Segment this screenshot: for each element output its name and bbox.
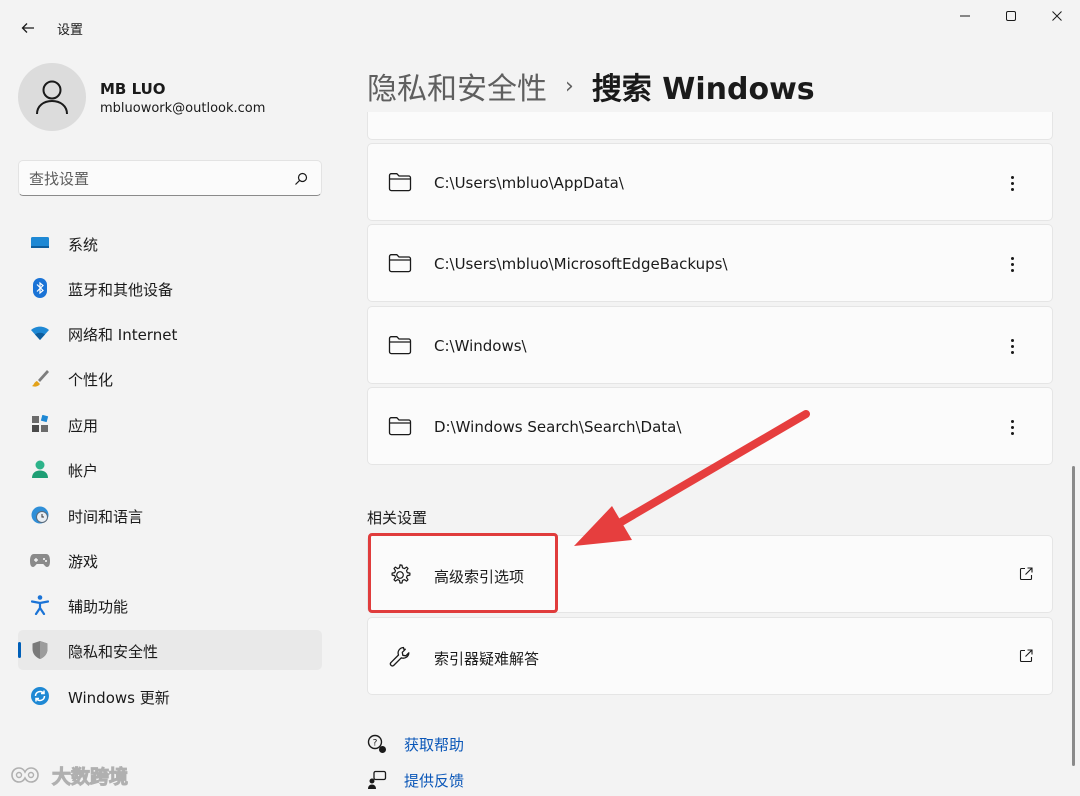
sidebar-item-time-language[interactable]: 时间和语言 xyxy=(18,495,322,535)
folder-icon xyxy=(388,417,412,436)
close-button[interactable] xyxy=(1034,4,1080,28)
page-title: 搜索 Windows xyxy=(591,72,815,107)
folder-path: C:\Users\mbluo\AppData\ xyxy=(434,174,624,192)
sidebar-item-label: 辅助功能 xyxy=(68,598,129,616)
sidebar-item-system[interactable]: 系统 xyxy=(18,223,322,263)
get-help-text: 获取帮助 xyxy=(404,735,465,754)
related-settings-title: 相关设置 xyxy=(367,509,428,527)
watermark-text: 大数跨境 xyxy=(51,765,129,788)
sidebar-item-apps[interactable]: 应用 xyxy=(18,404,322,444)
watermark-logo-icon xyxy=(11,767,39,783)
bluetooth-icon xyxy=(30,278,50,298)
sidebar-item-gaming[interactable]: 游戏 xyxy=(18,540,322,580)
close-icon xyxy=(1052,11,1062,21)
folder-card: C:\Windows\ xyxy=(367,306,1053,384)
external-link-icon xyxy=(1019,567,1033,581)
sidebar-item-label: 系统 xyxy=(68,236,99,254)
external-link-icon xyxy=(1019,649,1033,663)
clock-globe-icon xyxy=(30,506,50,524)
sidebar-item-privacy-security[interactable]: 隐私和安全性 xyxy=(18,630,322,670)
sidebar-item-label: 蓝牙和其他设备 xyxy=(68,281,174,299)
feedback-text: 提供反馈 xyxy=(404,771,465,790)
gamepad-icon xyxy=(30,551,50,569)
maximize-icon xyxy=(1006,11,1016,21)
more-options-button[interactable] xyxy=(996,168,1028,198)
sidebar-item-label: 帐户 xyxy=(68,462,99,480)
sidebar-item-label: 应用 xyxy=(68,417,99,435)
highlight-box xyxy=(368,533,558,613)
sidebar-item-label: 网络和 Internet xyxy=(68,326,178,344)
folder-card: C:\Users\mbluo\AppData\ xyxy=(367,143,1053,221)
feedback-icon xyxy=(367,770,387,790)
folder-icon xyxy=(388,254,412,273)
search-icon[interactable] xyxy=(293,171,309,187)
breadcrumb-separator: › xyxy=(565,73,574,99)
svg-text:?: ? xyxy=(373,739,378,749)
folder-path: C:\Windows\ xyxy=(434,337,527,355)
sidebar-item-label: Windows 更新 xyxy=(68,689,170,707)
app-title: 设置 xyxy=(57,23,84,38)
back-arrow-icon xyxy=(21,23,34,33)
search-box[interactable] xyxy=(18,160,322,196)
apps-icon xyxy=(30,415,50,433)
sidebar-item-label: 时间和语言 xyxy=(68,508,144,526)
indexer-troubleshooter-link[interactable]: 索引器疑难解答 xyxy=(367,617,1053,695)
wifi-icon xyxy=(30,324,50,342)
breadcrumb: 隐私和安全性 › 搜索 Windows xyxy=(367,64,815,108)
folder-card-partial xyxy=(367,112,1053,140)
annotation-arrow-icon xyxy=(574,410,810,546)
scrollbar[interactable] xyxy=(1072,466,1075,766)
accessibility-icon xyxy=(30,595,50,615)
back-button[interactable] xyxy=(14,14,42,42)
minimize-button[interactable] xyxy=(942,4,988,28)
breadcrumb-parent[interactable]: 隐私和安全性 xyxy=(367,64,547,108)
folder-path: C:\Users\mbluo\MicrosoftEdgeBackups\ xyxy=(434,255,728,273)
sidebar-item-bluetooth[interactable]: 蓝牙和其他设备 xyxy=(18,268,322,308)
sidebar-item-label: 个性化 xyxy=(68,371,114,389)
folder-icon xyxy=(388,336,412,355)
monitor-icon xyxy=(30,234,50,252)
help-chat-icon: ? xyxy=(367,734,387,754)
folder-card: C:\Users\mbluo\MicrosoftEdgeBackups\ xyxy=(367,224,1053,302)
more-options-button[interactable] xyxy=(996,331,1028,361)
more-options-button[interactable] xyxy=(996,249,1028,279)
sidebar-item-accounts[interactable]: 帐户 xyxy=(18,449,322,489)
person-icon xyxy=(36,80,68,115)
search-input[interactable] xyxy=(29,168,279,190)
maximize-button[interactable] xyxy=(988,4,1034,28)
brush-icon xyxy=(30,369,50,387)
more-options-button[interactable] xyxy=(996,412,1028,442)
user-name: MB LUO xyxy=(100,80,166,98)
sidebar-item-network[interactable]: 网络和 Internet xyxy=(18,313,322,353)
avatar[interactable] xyxy=(18,63,86,131)
watermark: 大数跨境 xyxy=(8,762,129,788)
sidebar-item-label: 隐私和安全性 xyxy=(68,643,159,661)
update-icon xyxy=(30,687,50,705)
feedback-link[interactable]: 提供反馈 xyxy=(367,768,464,792)
sidebar-item-accessibility[interactable]: 辅助功能 xyxy=(18,585,322,625)
sidebar-item-label: 游戏 xyxy=(68,553,99,571)
link-label: 索引器疑难解答 xyxy=(434,650,540,668)
wrench-icon xyxy=(389,646,410,667)
sidebar-item-personalization[interactable]: 个性化 xyxy=(18,358,322,398)
minimize-icon xyxy=(960,15,970,17)
user-email: mbluowork@outlook.com xyxy=(100,101,266,116)
active-indicator xyxy=(18,642,21,658)
title-bar: 设置 xyxy=(0,0,1080,56)
folder-icon xyxy=(388,173,412,192)
shield-icon xyxy=(30,641,50,659)
get-help-link[interactable]: ? 获取帮助 xyxy=(367,732,464,756)
sidebar-item-windows-update[interactable]: Windows 更新 xyxy=(18,676,322,716)
person-icon xyxy=(30,460,50,478)
